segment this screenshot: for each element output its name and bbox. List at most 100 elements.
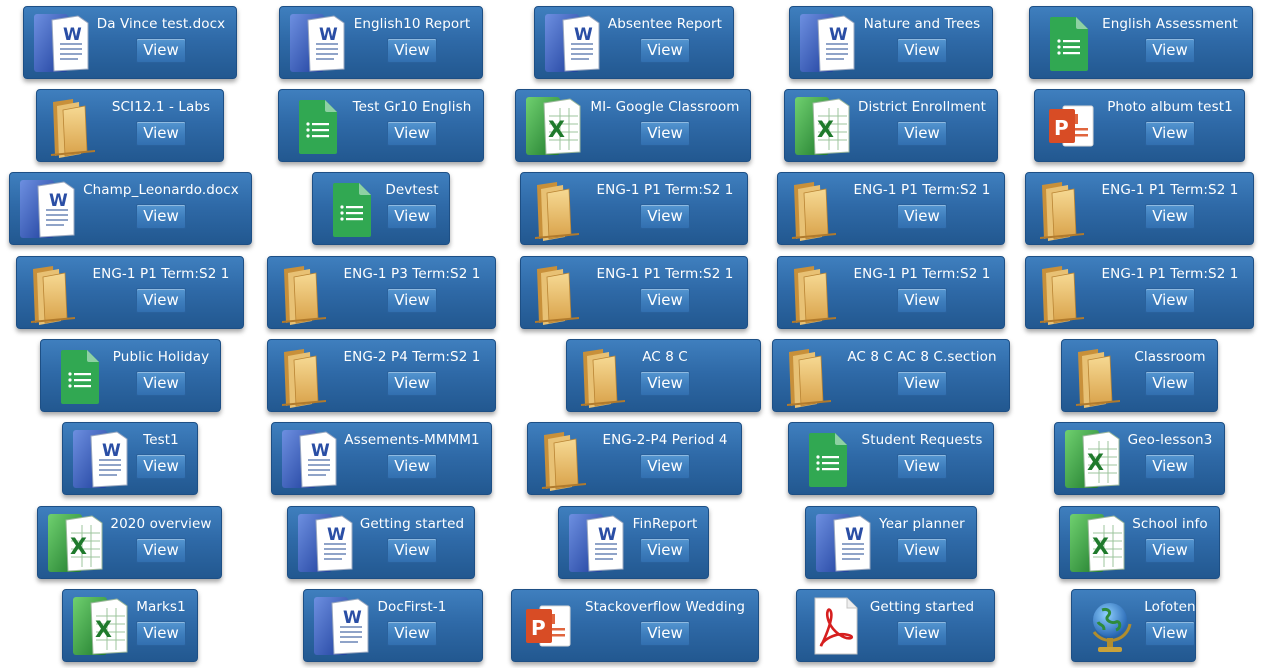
- view-button[interactable]: View: [387, 38, 437, 63]
- view-button[interactable]: View: [136, 371, 186, 396]
- file-tile: W Getting started View: [287, 506, 475, 579]
- folder-icon: [1032, 261, 1096, 325]
- file-tile: X School info View: [1059, 506, 1220, 579]
- view-button[interactable]: View: [1145, 204, 1195, 229]
- word-document-icon: W: [30, 11, 94, 75]
- view-button[interactable]: View: [387, 454, 437, 479]
- file-tile: W Nature and Trees View: [789, 6, 993, 79]
- view-button[interactable]: View: [1145, 538, 1195, 563]
- powerpoint-icon: P: [518, 594, 582, 658]
- file-tile: ENG-2-P4 Period 4 View: [527, 422, 742, 495]
- svg-text:W: W: [63, 25, 82, 45]
- view-button[interactable]: View: [640, 38, 690, 63]
- view-button[interactable]: View: [897, 538, 947, 563]
- view-button[interactable]: View: [387, 204, 437, 229]
- view-button[interactable]: View: [897, 204, 947, 229]
- file-tile: ENG-1 P1 Term:S2 1 View: [520, 172, 748, 245]
- svg-text:W: W: [574, 25, 593, 45]
- view-button[interactable]: View: [1145, 454, 1195, 479]
- view-button[interactable]: View: [387, 538, 437, 563]
- file-tile: W Year planner View: [805, 506, 977, 579]
- svg-text:W: W: [102, 441, 121, 461]
- view-button[interactable]: View: [136, 288, 186, 313]
- file-tile: X Marks1 View: [62, 589, 198, 662]
- file-name: 2020 overview: [110, 516, 212, 532]
- excel-spreadsheet-icon: X: [1061, 427, 1125, 491]
- view-button[interactable]: View: [1145, 38, 1195, 63]
- view-button[interactable]: View: [897, 454, 947, 479]
- file-name: Geo-lesson3: [1127, 432, 1213, 448]
- file-name: Student Requests: [861, 432, 983, 448]
- folder-icon: [43, 94, 107, 158]
- view-button[interactable]: View: [640, 454, 690, 479]
- word-document-icon: W: [294, 511, 358, 575]
- file-tile: ENG-1 P3 Term:S2 1 View: [267, 256, 496, 329]
- svg-text:W: W: [49, 191, 68, 211]
- excel-spreadsheet-icon: X: [69, 594, 133, 658]
- file-name: ENG-1 P3 Term:S2 1: [343, 266, 481, 282]
- view-button[interactable]: View: [640, 288, 690, 313]
- file-name: ENG-1 P1 Term:S2 1: [1101, 182, 1239, 198]
- svg-text:X: X: [548, 118, 565, 143]
- svg-text:W: W: [343, 608, 362, 628]
- view-button[interactable]: View: [387, 288, 437, 313]
- svg-text:X: X: [95, 618, 112, 643]
- view-button[interactable]: View: [640, 538, 690, 563]
- file-tile: ENG-1 P1 Term:S2 1 View: [1025, 256, 1254, 329]
- view-button[interactable]: View: [387, 121, 437, 146]
- file-name: Da Vince test.docx: [96, 16, 226, 32]
- file-tile: W English10 Report View: [279, 6, 483, 79]
- view-button[interactable]: View: [640, 621, 690, 646]
- svg-text:X: X: [1087, 451, 1104, 476]
- view-button[interactable]: View: [897, 38, 947, 63]
- file-tile: W DocFirst-1 View: [303, 589, 483, 662]
- view-button[interactable]: View: [1145, 621, 1195, 646]
- view-button[interactable]: View: [897, 371, 947, 396]
- view-button[interactable]: View: [387, 371, 437, 396]
- file-name: Getting started: [869, 599, 975, 615]
- view-button[interactable]: View: [1145, 288, 1195, 313]
- file-tile: W Da Vince test.docx View: [23, 6, 237, 79]
- folder-icon: [1068, 344, 1132, 408]
- view-button[interactable]: View: [640, 121, 690, 146]
- folder-icon: [274, 344, 338, 408]
- view-button[interactable]: View: [1145, 121, 1195, 146]
- file-name: FinReport: [632, 516, 698, 532]
- file-tile: Devtest View: [312, 172, 450, 245]
- view-button[interactable]: View: [897, 288, 947, 313]
- view-button[interactable]: View: [640, 204, 690, 229]
- file-tile: X District Enrollment View: [784, 89, 998, 162]
- file-name: Test Gr10 English: [352, 99, 472, 115]
- view-button[interactable]: View: [387, 621, 437, 646]
- file-name: Nature and Trees: [863, 16, 981, 32]
- file-tile: Lofoten View: [1071, 589, 1196, 662]
- file-tile: Classroom View: [1061, 339, 1218, 412]
- view-button[interactable]: View: [136, 204, 186, 229]
- file-name: AC 8 C: [642, 349, 688, 365]
- file-name: Devtest: [385, 182, 439, 198]
- word-document-icon: W: [69, 427, 133, 491]
- view-button[interactable]: View: [136, 454, 186, 479]
- file-tile: ENG-1 P1 Term:S2 1 View: [16, 256, 244, 329]
- view-button[interactable]: View: [136, 621, 186, 646]
- powerpoint-icon: P: [1041, 94, 1105, 158]
- file-name: Lofoten: [1144, 599, 1196, 615]
- file-name: ENG-2-P4 Period 4: [602, 432, 728, 448]
- view-button[interactable]: View: [640, 371, 690, 396]
- file-tile: X MI- Google Classroom View: [515, 89, 751, 162]
- folder-icon: [1032, 177, 1096, 241]
- file-name: ENG-1 P1 Term:S2 1: [853, 266, 991, 282]
- file-tile: Public Holiday View: [40, 339, 221, 412]
- view-button[interactable]: View: [136, 538, 186, 563]
- file-name: ENG-2 P4 Term:S2 1: [343, 349, 481, 365]
- svg-text:P: P: [531, 616, 546, 640]
- folder-icon: [779, 344, 843, 408]
- view-button[interactable]: View: [136, 38, 186, 63]
- view-button[interactable]: View: [1145, 371, 1195, 396]
- file-tile: W Assements-MMMM1 View: [271, 422, 492, 495]
- view-button[interactable]: View: [897, 621, 947, 646]
- view-button[interactable]: View: [136, 121, 186, 146]
- excel-spreadsheet-icon: X: [1066, 511, 1130, 575]
- view-button[interactable]: View: [897, 121, 947, 146]
- file-tile: W Test1 View: [62, 422, 198, 495]
